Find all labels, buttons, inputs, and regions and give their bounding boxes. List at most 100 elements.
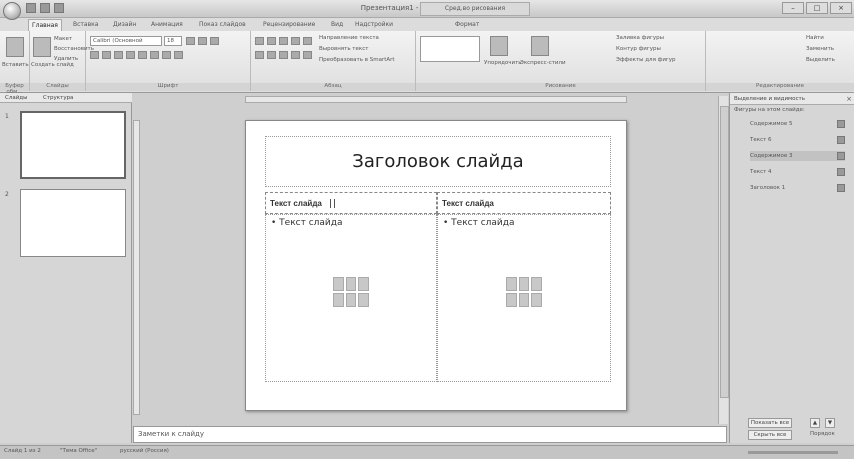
bold-icon[interactable] xyxy=(90,51,99,59)
clipart-icon[interactable] xyxy=(345,293,357,307)
align-right-icon[interactable] xyxy=(279,51,288,59)
numbering-icon[interactable] xyxy=(267,37,276,45)
group-label-font: Шрифт xyxy=(86,83,250,91)
slide-thumbnail[interactable] xyxy=(20,111,126,179)
new-slide-icon[interactable] xyxy=(33,37,51,57)
visibility-icon[interactable] xyxy=(837,168,845,176)
chart-icon[interactable] xyxy=(345,277,357,291)
columns-icon[interactable] xyxy=(303,51,312,59)
hide-all-button[interactable]: Скрыть все xyxy=(748,430,792,440)
justify-icon[interactable] xyxy=(291,51,300,59)
delete-button[interactable]: Удалить xyxy=(54,55,78,64)
close-icon[interactable]: × xyxy=(830,2,852,14)
arrange-button[interactable]: Упорядочить xyxy=(484,59,522,68)
close-icon[interactable]: × xyxy=(846,93,852,105)
tab-slides[interactable]: Слайды xyxy=(2,94,30,103)
left-header-placeholder[interactable]: Текст слайда xyxy=(265,192,437,214)
align-text-button[interactable]: Выровнять текст xyxy=(319,45,368,54)
notes-pane[interactable]: Заметки к слайду xyxy=(133,426,727,443)
table-icon[interactable] xyxy=(333,277,344,291)
tab-format[interactable]: Формат xyxy=(452,19,482,31)
shape-fill-button[interactable]: Заливка фигуры xyxy=(616,34,664,43)
case-icon[interactable] xyxy=(162,51,171,59)
tab-addins[interactable]: Надстройки xyxy=(352,19,396,31)
slide-title[interactable]: Заголовок слайда xyxy=(265,136,611,187)
paste-icon[interactable] xyxy=(6,37,24,57)
tab-insert[interactable]: Вставка xyxy=(70,19,101,31)
grow-font-icon[interactable] xyxy=(186,37,195,45)
font-color-icon[interactable] xyxy=(174,51,183,59)
shape-list-item[interactable]: Содержимое 3 xyxy=(750,151,845,161)
select-button[interactable]: Выделить xyxy=(806,56,835,65)
slide-thumbnail[interactable] xyxy=(20,189,126,257)
tab-outline[interactable]: Структура xyxy=(40,94,76,103)
underline-icon[interactable] xyxy=(114,51,123,59)
strikethrough-icon[interactable] xyxy=(126,51,135,59)
bullets-icon[interactable] xyxy=(255,37,264,45)
smartart-icon[interactable] xyxy=(531,277,542,291)
language-indicator[interactable]: русский (Россия) xyxy=(120,448,169,454)
move-up-icon[interactable]: ▲ xyxy=(810,418,820,428)
shape-list-item[interactable]: Заголовок 1 xyxy=(750,183,845,193)
media-icon[interactable] xyxy=(531,293,542,307)
show-all-button[interactable]: Показать все xyxy=(748,418,792,428)
group-editing: Найти Заменить Выделить Редактирование xyxy=(706,31,854,91)
shape-list-item[interactable]: Текст 4 xyxy=(750,167,845,177)
vertical-scrollbar[interactable] xyxy=(718,96,729,424)
tab-design[interactable]: Дизайн xyxy=(110,19,139,31)
tab-home[interactable]: Главная xyxy=(28,19,62,31)
picture-icon[interactable] xyxy=(506,293,517,307)
clear-format-icon[interactable] xyxy=(210,37,219,45)
quick-styles-button[interactable]: Экспресс-стили xyxy=(520,59,566,68)
left-content-placeholder[interactable]: • Текст слайда xyxy=(265,214,437,382)
table-icon[interactable] xyxy=(506,277,517,291)
italic-icon[interactable] xyxy=(102,51,111,59)
right-header-placeholder[interactable]: Текст слайда xyxy=(437,192,611,214)
shape-list-item[interactable]: Текст 6 xyxy=(750,135,845,145)
chart-icon[interactable] xyxy=(518,277,530,291)
maximize-icon[interactable]: □ xyxy=(806,2,828,14)
tab-animation[interactable]: Анимация xyxy=(148,19,186,31)
move-down-icon[interactable]: ▼ xyxy=(825,418,835,428)
tab-view[interactable]: Вид xyxy=(328,19,346,31)
tab-slideshow[interactable]: Показ слайдов xyxy=(196,19,249,31)
quick-styles-icon[interactable] xyxy=(531,36,549,56)
find-button[interactable]: Найти xyxy=(806,34,824,43)
smartart-icon[interactable] xyxy=(358,277,369,291)
layout-button[interactable]: Макет xyxy=(54,35,72,44)
shape-outline-button[interactable]: Контур фигуры xyxy=(616,45,661,54)
visibility-icon[interactable] xyxy=(837,184,845,192)
font-size-field[interactable]: 18 xyxy=(164,36,182,46)
ribbon: Вставить Буфер обм... Создать слайд Маке… xyxy=(0,31,854,95)
align-center-icon[interactable] xyxy=(267,51,276,59)
decrease-indent-icon[interactable] xyxy=(279,37,288,45)
right-content-placeholder[interactable]: • Текст слайда xyxy=(437,214,611,382)
spacing-icon[interactable] xyxy=(150,51,159,59)
text-direction-button[interactable]: Направление текста xyxy=(319,34,379,43)
shrink-font-icon[interactable] xyxy=(198,37,207,45)
align-left-icon[interactable] xyxy=(255,51,264,59)
shapes-gallery[interactable] xyxy=(420,36,480,62)
replace-button[interactable]: Заменить xyxy=(806,45,834,54)
shadow-icon[interactable] xyxy=(138,51,147,59)
shape-effects-button[interactable]: Эффекты для фигур xyxy=(616,56,676,65)
zoom-slider[interactable] xyxy=(748,451,838,454)
tab-review[interactable]: Рецензирование xyxy=(260,19,318,31)
shape-list-item[interactable]: Содержимое 5 xyxy=(750,119,845,129)
visibility-icon[interactable] xyxy=(837,120,845,128)
media-icon[interactable] xyxy=(358,293,369,307)
increase-indent-icon[interactable] xyxy=(291,37,300,45)
font-name-field[interactable]: Calibri (Основной текст) xyxy=(90,36,162,46)
visibility-icon[interactable] xyxy=(837,136,845,144)
arrange-icon[interactable] xyxy=(490,36,508,56)
group-clipboard: Вставить Буфер обм... xyxy=(0,31,30,95)
convert-smartart-button[interactable]: Преобразовать в SmartArt xyxy=(319,56,395,65)
office-button[interactable] xyxy=(3,2,21,20)
picture-icon[interactable] xyxy=(333,293,344,307)
minimize-icon[interactable]: – xyxy=(782,2,804,14)
line-spacing-icon[interactable] xyxy=(303,37,312,45)
visibility-icon[interactable] xyxy=(837,152,845,160)
paste-button[interactable]: Вставить xyxy=(2,61,29,70)
shape-name: Содержимое 3 xyxy=(750,153,793,159)
clipart-icon[interactable] xyxy=(518,293,530,307)
